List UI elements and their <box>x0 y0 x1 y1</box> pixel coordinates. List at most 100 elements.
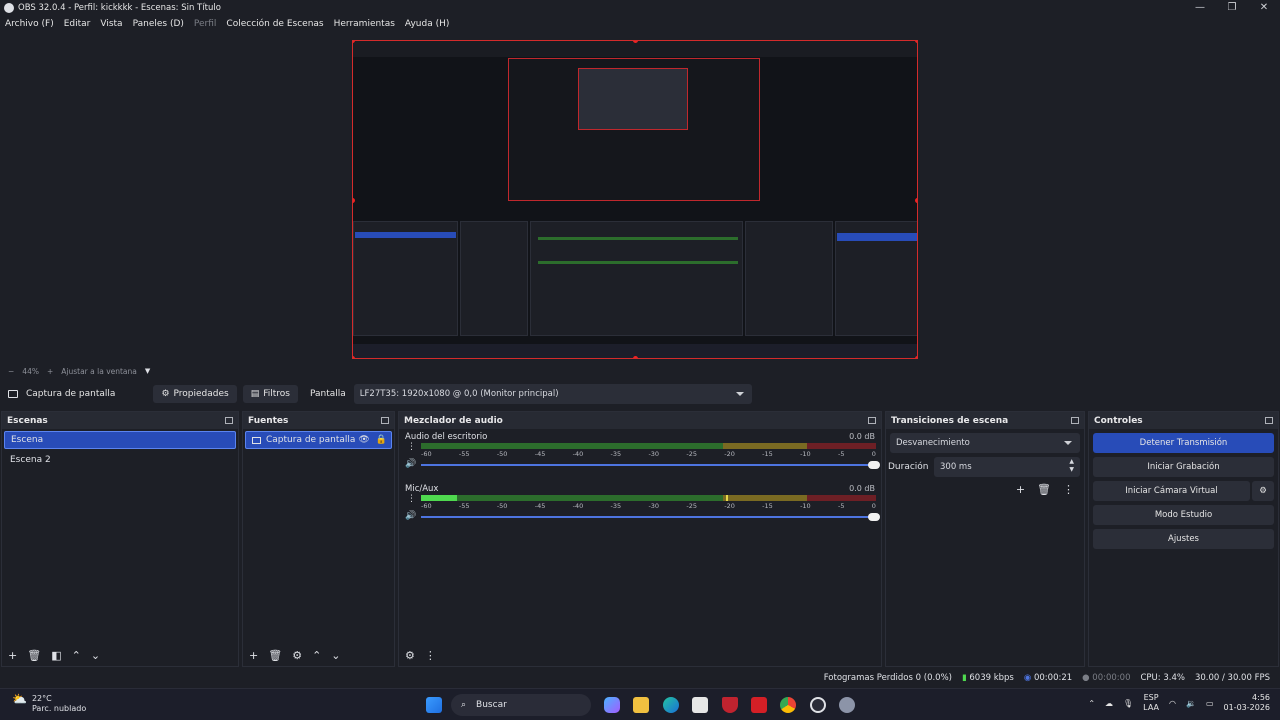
volume-slider[interactable] <box>421 461 880 469</box>
microphone-icon[interactable]: 🎙 <box>1123 699 1133 708</box>
speaker-icon[interactable]: 🔊 <box>405 511 416 521</box>
undock-icon[interactable] <box>1071 417 1079 424</box>
resize-handle-ml[interactable] <box>353 198 355 203</box>
clock[interactable]: 4:56 01-03-2026 <box>1224 693 1271 713</box>
kebab-menu-icon[interactable]: ⋮ <box>1063 483 1074 496</box>
arrow-down-icon[interactable]: ⌄ <box>91 649 100 662</box>
chevron-down-icon[interactable]: ▼ <box>145 367 150 375</box>
menu-herramientas[interactable]: Herramientas <box>329 19 400 29</box>
display-select[interactable]: LF27T35: 1920x1080 @ 0,0 (Monitor princi… <box>353 384 752 404</box>
add-icon[interactable]: + <box>249 649 258 662</box>
trash-icon[interactable]: 🗑 <box>1037 483 1051 496</box>
scene-item[interactable]: Escena 2 <box>4 451 236 469</box>
filters-label: Filtros <box>263 389 290 399</box>
weather-widget[interactable]: ⛅ 22°C Parc. nublado <box>12 693 86 714</box>
arrow-down-icon[interactable]: ⌄ <box>331 649 340 662</box>
advanced-audio-icon[interactable]: ⚙ <box>405 649 415 662</box>
undock-icon[interactable] <box>225 417 233 424</box>
minimize-button[interactable]: — <box>1184 0 1216 15</box>
undock-icon[interactable] <box>381 417 389 424</box>
scene-item[interactable]: Escena <box>4 431 236 449</box>
lang-layout: LAA <box>1143 703 1159 712</box>
kebab-menu-icon[interactable]: ⋮ <box>407 442 416 452</box>
scene-label: Escena 2 <box>10 455 51 465</box>
volume-icon[interactable]: 🔉 <box>1186 699 1196 708</box>
add-icon[interactable]: + <box>8 649 17 662</box>
properties-button[interactable]: ⚙ Propiedades <box>153 385 237 403</box>
chrome-icon[interactable] <box>780 697 796 713</box>
file-explorer-icon[interactable] <box>633 697 649 713</box>
filter-icon[interactable]: ◧ <box>51 649 61 662</box>
obs-taskbar-icon[interactable] <box>810 697 826 713</box>
trash-icon[interactable]: 🗑 <box>27 649 41 662</box>
menu-vista[interactable]: Vista <box>95 19 127 29</box>
edge-icon[interactable] <box>663 697 679 713</box>
close-button[interactable]: ✕ <box>1248 0 1280 15</box>
transition-select[interactable]: Desvanecimiento <box>890 433 1080 453</box>
menu-coleccion-escenas[interactable]: Colección de Escenas <box>221 19 328 29</box>
menu-ayuda[interactable]: Ayuda (H) <box>400 19 454 29</box>
duration-spinbox[interactable]: 300 ms ▲ ▼ <box>934 457 1080 477</box>
add-icon[interactable]: + <box>1016 483 1025 496</box>
taskbar-search[interactable]: ⌕ Buscar <box>451 694 591 716</box>
menu-archivo[interactable]: Archivo (F) <box>0 19 59 29</box>
start-virtual-cam-button[interactable]: Iniciar Cámara Virtual <box>1093 481 1250 501</box>
sources-title: Fuentes <box>248 415 289 426</box>
copilot-icon[interactable] <box>604 697 620 713</box>
meter-tick-label: -30 <box>648 450 660 458</box>
resize-handle-bc[interactable] <box>633 356 638 358</box>
stop-stream-button[interactable]: Detener Transmisión <box>1093 433 1274 453</box>
app-l-icon[interactable] <box>751 697 767 713</box>
preview-canvas[interactable] <box>352 40 918 359</box>
virtual-cam-settings-button[interactable]: ⚙ <box>1252 481 1274 501</box>
kebab-menu-icon[interactable]: ⋮ <box>407 494 416 504</box>
clock-time: 4:56 <box>1252 693 1270 702</box>
lock-icon[interactable]: 🔒 <box>376 435 387 445</box>
kebab-menu-icon[interactable]: ⋮ <box>425 649 436 662</box>
meter-tick-label: -25 <box>686 502 697 510</box>
spin-arrows-icon[interactable]: ▲ ▼ <box>1069 458 1074 474</box>
lang-indicator[interactable]: ESP LAA <box>1143 693 1159 713</box>
studio-mode-button[interactable]: Modo Estudio <box>1093 505 1274 525</box>
resize-handle-bl[interactable] <box>353 356 355 358</box>
zoom-out-button[interactable]: − <box>8 367 14 376</box>
windows-start-icon[interactable] <box>426 697 442 713</box>
duration-value: 300 ms <box>940 462 972 472</box>
scenes-toolbar: + 🗑 ◧ ⌃ ⌄ <box>2 644 238 666</box>
eye-icon[interactable]: 👁 <box>358 435 369 445</box>
trash-icon[interactable]: 🗑 <box>268 649 282 662</box>
security-icon[interactable] <box>722 697 738 713</box>
fps: 30.00 / 30.00 FPS <box>1194 673 1270 683</box>
store-icon[interactable] <box>692 697 708 713</box>
wifi-icon[interactable]: ◠ <box>1169 699 1176 708</box>
resize-handle-tr[interactable] <box>915 41 917 43</box>
arrow-up-icon[interactable]: ⌃ <box>72 649 81 662</box>
undock-icon[interactable] <box>1265 417 1273 424</box>
cloud-icon[interactable]: ☁ <box>1105 699 1113 708</box>
preview-area[interactable] <box>0 33 1280 364</box>
chevron-up-icon[interactable]: ⌃ <box>1088 699 1095 708</box>
menu-perfil[interactable]: Perfil <box>189 19 222 29</box>
arrow-up-icon[interactable]: ⌃ <box>312 649 321 662</box>
resize-handle-br[interactable] <box>915 356 917 358</box>
settings-taskbar-icon[interactable] <box>839 697 855 713</box>
speaker-icon[interactable]: 🔊 <box>405 459 416 469</box>
menu-editar[interactable]: Editar <box>59 19 96 29</box>
volume-slider[interactable] <box>421 513 880 521</box>
maximize-button[interactable]: ❐ <box>1216 0 1248 15</box>
meter-tick-label: 0 <box>871 450 876 458</box>
source-item-left: Captura de pantalla <box>252 435 355 445</box>
resize-handle-mr[interactable] <box>915 198 917 203</box>
menu-paneles[interactable]: Paneles (D) <box>128 19 189 29</box>
controls-title: Controles <box>1094 415 1143 426</box>
settings-button[interactable]: Ajustes <box>1093 529 1274 549</box>
undock-icon[interactable] <box>868 417 876 424</box>
battery-icon[interactable]: ▭ <box>1206 699 1214 708</box>
start-recording-button[interactable]: Iniciar Grabación <box>1093 457 1274 477</box>
gear-icon[interactable]: ⚙ <box>292 649 302 662</box>
filters-button[interactable]: ▤ Filtros <box>242 385 298 403</box>
source-label: Captura de pantalla <box>266 435 356 445</box>
zoom-in-button[interactable]: + <box>47 367 53 376</box>
source-item[interactable]: Captura de pantalla 👁 🔒 <box>245 431 392 449</box>
zoom-fit-select[interactable]: Ajustar a la ventana <box>61 367 137 376</box>
